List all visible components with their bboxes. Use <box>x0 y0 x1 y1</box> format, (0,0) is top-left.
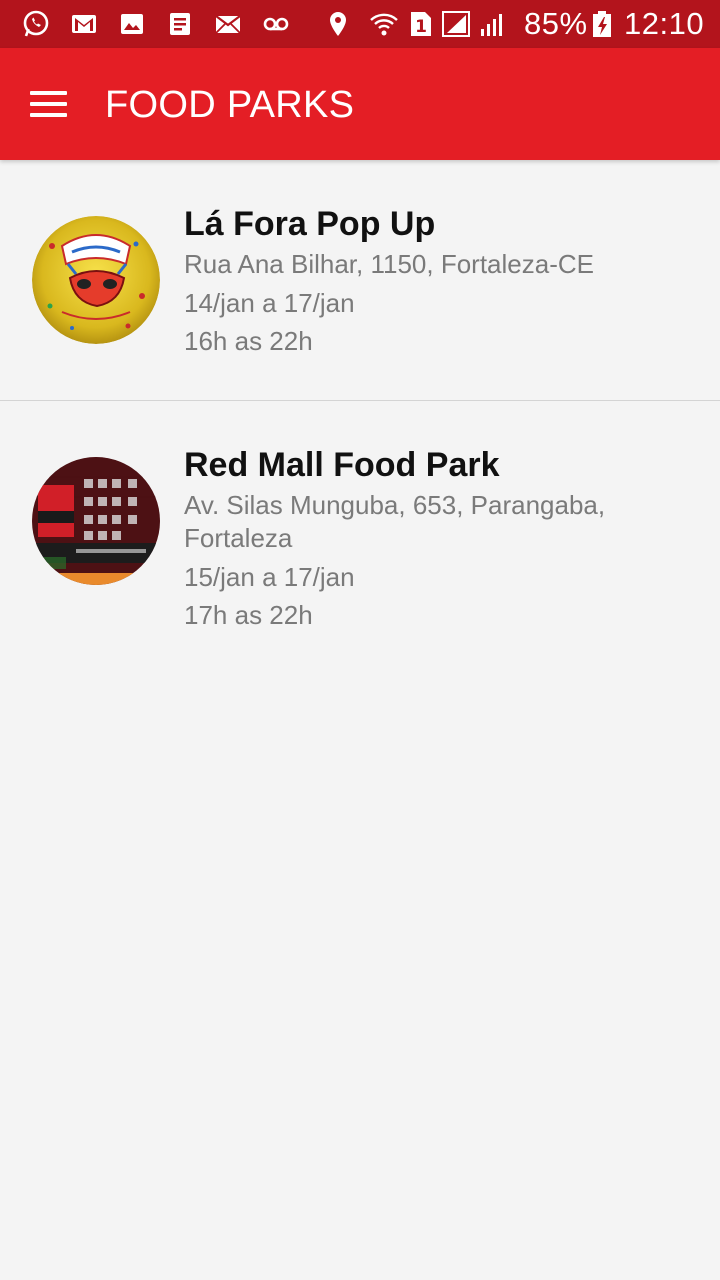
status-bar: 1 85% 12:10 <box>0 0 720 48</box>
signal-icon <box>440 8 472 40</box>
park-dates: 15/jan a 17/jan <box>184 562 355 592</box>
park-details: Red Mall Food Park Av. Silas Munguba, 65… <box>184 443 700 634</box>
gallery-icon <box>116 8 148 40</box>
park-hours: 17h as 22h <box>184 600 313 630</box>
app-bar: FOOD PARKS <box>0 48 720 160</box>
wifi-icon <box>368 8 400 40</box>
park-dates: 14/jan a 17/jan <box>184 288 355 318</box>
list-item[interactable]: Lá Fora Pop Up Rua Ana Bilhar, 1150, For… <box>0 160 720 401</box>
page-title: FOOD PARKS <box>105 84 355 126</box>
park-avatar <box>32 457 160 585</box>
battery-charging-icon <box>586 8 618 40</box>
park-address: Rua Ana Bilhar, 1150, Fortaleza-CE <box>184 249 594 279</box>
voicemail-icon <box>260 8 292 40</box>
park-name: Red Mall Food Park <box>184 446 500 484</box>
park-hours: 16h as 22h <box>184 326 313 356</box>
gmail-icon <box>68 8 100 40</box>
menu-icon[interactable] <box>22 78 74 130</box>
sim-icon: 1 <box>404 8 436 40</box>
notes-icon <box>164 8 196 40</box>
mail-icon <box>212 8 244 40</box>
food-park-list: Lá Fora Pop Up Rua Ana Bilhar, 1150, For… <box>0 160 720 631</box>
park-name: Lá Fora Pop Up <box>184 205 436 243</box>
clock: 12:10 <box>624 6 705 41</box>
park-avatar <box>32 216 160 344</box>
signal-icon <box>476 8 508 40</box>
park-details: Lá Fora Pop Up Rua Ana Bilhar, 1150, For… <box>184 202 700 360</box>
location-icon <box>322 8 354 40</box>
park-address: Av. Silas Munguba, 653, Parangaba, Forta… <box>184 490 606 553</box>
battery-percent: 85% <box>524 6 588 41</box>
list-item[interactable]: Red Mall Food Park Av. Silas Munguba, 65… <box>0 401 720 631</box>
svg-text:1: 1 <box>415 17 427 37</box>
whatsapp-icon <box>20 8 52 40</box>
